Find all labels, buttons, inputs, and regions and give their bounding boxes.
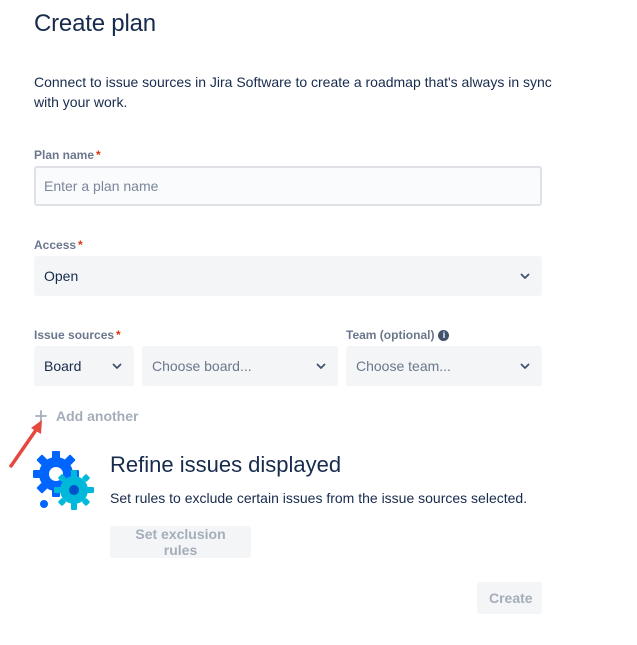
intro-text: Connect to issue sources in Jira Softwar…	[34, 74, 552, 110]
team-select[interactable]: Choose team...	[346, 346, 542, 386]
plan-name-input[interactable]	[34, 166, 542, 206]
page-title: Create plan	[34, 10, 156, 37]
info-icon[interactable]: i	[438, 330, 450, 341]
required-asterisk: *	[116, 328, 121, 342]
board-select[interactable]: Choose board...	[142, 346, 338, 386]
access-value: Open	[44, 268, 79, 284]
team-placeholder: Choose team...	[356, 358, 451, 374]
chevron-down-icon	[520, 273, 530, 279]
team-label: Team (optional) i	[346, 328, 450, 342]
chevron-down-icon	[316, 363, 326, 369]
refine-description: Set rules to exclude certain issues from…	[110, 490, 528, 506]
access-select[interactable]: Open	[34, 256, 542, 296]
required-asterisk: *	[78, 238, 83, 252]
issue-sources-label: Issue sources *	[34, 328, 121, 342]
gear-icon	[33, 451, 94, 510]
plan-name-label-text: Plan name	[34, 148, 95, 162]
chevron-down-icon	[520, 363, 530, 369]
create-plan-page: Create plan Connect to issue sources in …	[0, 0, 637, 645]
chevron-down-icon	[112, 363, 122, 369]
refine-title: Refine issues displayed	[110, 452, 342, 477]
access-label: Access *	[34, 238, 83, 252]
plan-name-label: Plan name *	[34, 148, 101, 162]
issue-sources-label-text: Issue sources	[34, 328, 115, 342]
access-label-text: Access	[34, 238, 77, 252]
create-button[interactable]: Create	[477, 582, 542, 614]
team-label-text: Team (optional)	[346, 328, 435, 342]
issue-source-type-select[interactable]: Board	[34, 346, 134, 386]
required-asterisk: *	[96, 148, 101, 162]
add-another-label: Add another	[56, 408, 139, 424]
board-placeholder: Choose board...	[152, 358, 252, 374]
set-exclusion-rules-button[interactable]: Set exclusion rules	[110, 526, 251, 558]
issue-source-type-value: Board	[44, 358, 82, 374]
